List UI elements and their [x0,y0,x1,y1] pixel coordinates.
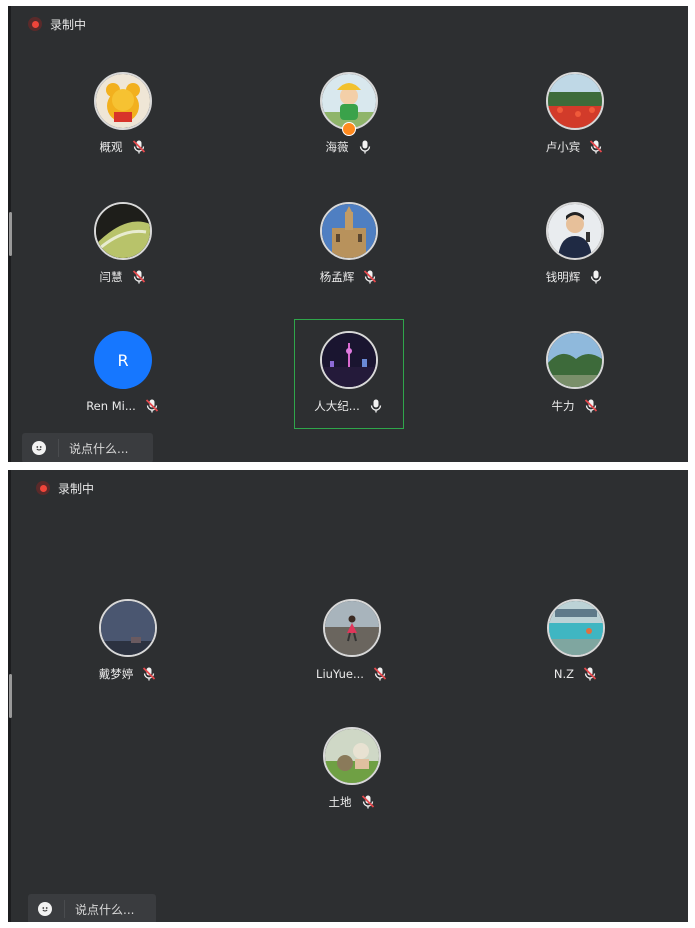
side-handle[interactable] [9,212,12,256]
mic-icon [359,140,370,154]
participant-tile[interactable]: 海薇 [284,72,414,156]
side-handle[interactable] [9,674,12,718]
chat-placeholder: 说点什么... [69,441,129,456]
mic-muted-icon [373,667,387,681]
participant-tile[interactable]: LiuYue... [287,599,417,683]
divider [64,900,65,918]
emoji-icon[interactable] [38,902,52,916]
letter-avatar: R [94,331,152,389]
participant-name: 闫慧 [99,270,123,284]
avatar [323,727,381,785]
emoji-icon[interactable] [32,441,46,455]
mic-muted-icon [364,270,377,284]
mic-muted-icon [584,399,597,413]
avatar [547,599,605,657]
avatar [94,72,152,130]
participant-name: 戴梦婷 [98,667,134,681]
meeting-screen-2: 录制中 戴梦婷 LiuYue... N.Z 土地 说点什么... [8,470,688,922]
participant-name: 卢小宾 [545,140,581,154]
mic-muted-icon [583,667,597,681]
participant-name: 人大纪... [314,399,360,413]
mic-icon [370,399,381,413]
chat-input[interactable]: 说点什么... [28,894,156,922]
avatar [99,599,157,657]
mic-muted-icon [143,667,156,681]
participant-name: LiuYue... [316,667,364,681]
participant-name: 土地 [328,795,352,809]
participant-tile[interactable]: 卢小宾 [510,72,640,156]
participant-tile[interactable]: 土地 [287,727,417,811]
meeting-screen-1: 录制中 概观 海薇 卢小宾 闫慧 杨孟辉 钱明辉 R Ren Mi... 人大纪… [8,6,688,462]
mic-muted-icon [361,795,374,809]
participant-tile[interactable]: 钱明辉 [510,202,640,286]
recording-indicator: 录制中 [28,14,86,34]
chat-input[interactable]: 说点什么... [22,433,153,462]
mic-muted-icon [132,140,145,154]
avatar [320,331,378,389]
mic-muted-icon [132,270,145,284]
mic-muted-icon [145,399,158,413]
participant-name: 海薇 [325,140,349,154]
chat-placeholder: 说点什么... [75,902,135,917]
recording-label: 录制中 [50,17,87,32]
participant-tile[interactable]: 牛力 [510,331,640,415]
avatar [546,331,604,389]
participant-tile[interactable]: 概观 [58,72,188,156]
record-dot-icon [28,17,42,31]
recording-indicator: 录制中 [36,478,94,498]
participant-tile[interactable]: 戴梦婷 [63,599,193,683]
recording-label: 录制中 [58,481,95,496]
participant-tile[interactable]: 杨孟辉 [284,202,414,286]
record-dot-icon [36,481,50,495]
participant-name: N.Z [553,667,575,681]
participant-name: Ren Mi... [86,399,136,413]
participant-tile[interactable]: N.Z [511,599,641,683]
participant-name: 牛力 [551,399,575,413]
participant-tile[interactable]: 闫慧 [58,202,188,286]
participant-tile[interactable]: R Ren Mi... [58,331,188,415]
avatar [94,202,152,260]
host-badge-icon [342,122,356,136]
avatar [323,599,381,657]
mic-icon [591,270,602,284]
avatar [546,202,604,260]
participant-name: 杨孟辉 [319,270,355,284]
mic-muted-icon [590,140,603,154]
participant-name: 钱明辉 [545,270,581,284]
divider [58,439,59,457]
participant-name: 概观 [99,140,123,154]
participant-tile-active[interactable]: 人大纪... [284,331,414,415]
avatar [320,202,378,260]
avatar [546,72,604,130]
